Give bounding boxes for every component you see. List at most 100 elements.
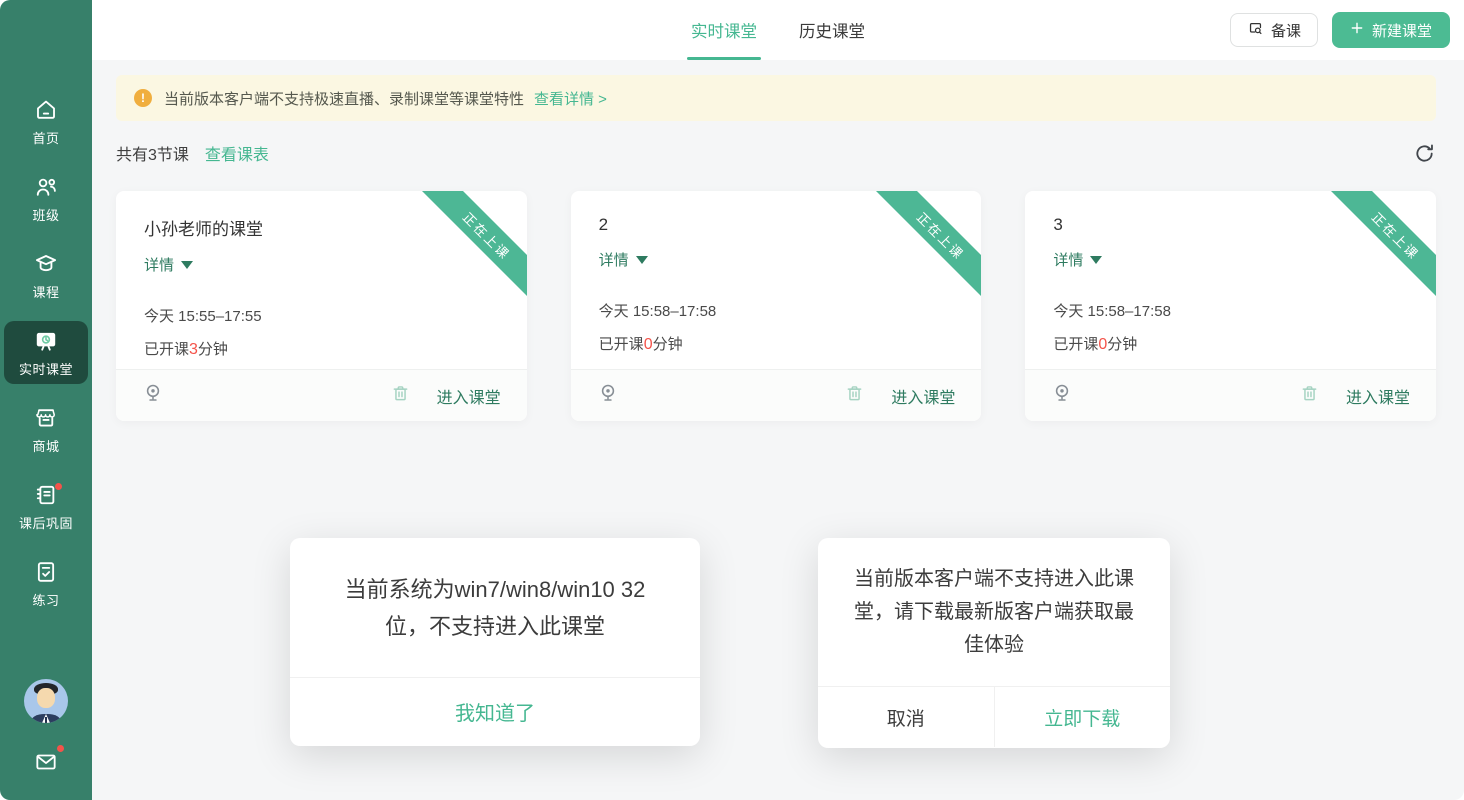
in-class-ribbon: 正在上课 [416,191,527,301]
card-footer-actions: 进入课堂 [1299,383,1410,409]
main-content: ! 当前版本客户端不支持极速直播、录制课堂等课堂特性 查看详情 > 共有3节课 … [92,60,1464,800]
in-class-ribbon: 正在上课 [1326,191,1437,301]
home-icon [33,97,59,123]
class-card-list: 正在上课 小孙老师的课堂 详情 今天 15:55–17:55 已开课3分钟 进入… [116,191,1437,421]
webcam-icon[interactable] [597,382,619,409]
card-footer-actions: 进入课堂 [844,383,955,409]
enter-class-button[interactable]: 进入课堂 [891,384,955,408]
tab-live-class[interactable]: 实时课堂 [691,0,757,60]
dialog-footer: 我知道了 [290,677,700,745]
sidebar-item-store[interactable]: 商城 [4,398,88,461]
sidebar: 首页 班级 课程 实时课堂 商城 课后巩固 练习 [0,0,92,800]
banner-text: 当前版本客户端不支持极速直播、录制课堂等课堂特性 [164,90,525,108]
class-time: 今天 15:58–17:58 [598,303,717,320]
elapsed-suffix: 分钟 [1107,336,1138,353]
chevron-down-icon [1090,255,1103,264]
detail-toggle[interactable]: 详情 [599,249,648,270]
prepare-lesson-label: 备课 [1270,22,1301,40]
dialog-message: 当前版本客户端不支持进入此课堂，请下载最新版客户端获取最佳体验 [818,538,1170,686]
detail-toggle[interactable]: 详情 [144,254,194,275]
delete-icon[interactable] [390,383,411,409]
refresh-button[interactable] [1413,142,1436,165]
system-unsupported-dialog: 当前系统为win7/win8/win10 32位，不支持进入此课堂 我知道了 [290,538,700,746]
chevron-down-icon [635,255,648,264]
class-title: 小孙老师的课堂 [144,220,263,239]
view-schedule-link[interactable]: 查看课表 [205,141,269,165]
in-class-ribbon: 正在上课 [871,191,982,301]
topbar: 实时课堂 历史课堂 备课 新建课堂 [92,0,1464,60]
detail-toggle[interactable]: 详情 [1053,249,1103,270]
ribbon-container: 正在上课 [1326,191,1437,301]
webcam-icon[interactable] [1051,382,1073,409]
chevron-down-icon [181,260,194,269]
class-list-meta: 共有3节课 查看课表 [116,141,1436,165]
detail-label: 详情 [1053,252,1084,269]
class-card: 正在上课 小孙老师的课堂 详情 今天 15:55–17:55 已开课3分钟 进入… [116,191,527,421]
class-elapsed: 已开课3分钟 [144,338,527,359]
messages-button[interactable] [33,745,64,780]
sidebar-item-label: 课程 [32,284,60,300]
tab-label: 实时课堂 [691,23,757,41]
elapsed-suffix: 分钟 [197,341,228,358]
prepare-lesson-button[interactable]: 备课 [1229,13,1318,47]
sidebar-bottom [24,679,68,780]
banner-detail-link[interactable]: 查看详情 > [534,88,607,109]
live-class-icon [33,328,59,354]
notification-dot [55,483,62,490]
delete-icon[interactable] [844,383,865,409]
delete-icon[interactable] [1299,383,1320,409]
avatar-tie [45,717,47,723]
i-know-button[interactable]: 我知道了 [290,678,700,745]
card-footer: 进入课堂 [116,369,527,421]
sidebar-item-course[interactable]: 课程 [4,244,88,307]
sidebar-item-label: 实时课堂 [18,361,73,377]
webcam-icon[interactable] [142,382,164,409]
enter-class-button[interactable]: 进入课堂 [1346,384,1410,408]
store-icon [33,405,59,431]
people-icon [33,174,59,200]
class-count-text: 共有3节课 [116,147,189,164]
topbar-actions: 备课 新建课堂 [1229,0,1450,60]
app-window: 首页 班级 课程 实时课堂 商城 课后巩固 练习 实时课堂 历史课堂 备课 新建… [0,0,1464,800]
dialog-message-text: 当前系统为win7/win8/win10 32位，不支持进入此课堂 [344,576,646,639]
elapsed-minutes: 3 [189,341,198,358]
class-title: 3 [1053,215,1063,234]
class-card: 正在上课 3 详情 今天 15:58–17:58 已开课0分钟 进入课堂 [1025,191,1437,421]
sidebar-item-home[interactable]: 首页 [4,90,88,153]
detail-label: 详情 [144,257,175,274]
elapsed-prefix: 已开课 [1053,336,1099,353]
practice-icon [33,559,59,585]
class-elapsed: 已开课0分钟 [599,333,982,354]
download-client-dialog: 当前版本客户端不支持进入此课堂，请下载最新版客户端获取最佳体验 取消 立即下载 [818,538,1170,748]
tab-history-class[interactable]: 历史课堂 [799,0,865,60]
elapsed-prefix: 已开课 [598,336,644,353]
dialog-message: 当前系统为win7/win8/win10 32位，不支持进入此课堂 [290,538,700,677]
sidebar-item-live-class[interactable]: 实时课堂 [4,321,88,384]
notification-dot [57,745,64,752]
sidebar-item-label: 课后巩固 [18,515,73,531]
sidebar-item-class[interactable]: 班级 [4,167,88,230]
class-time: 今天 15:55–17:55 [144,308,262,325]
dialog-footer: 取消 立即下载 [818,686,1170,747]
sidebar-item-practice[interactable]: 练习 [4,552,88,615]
detail-label: 详情 [598,252,629,269]
ribbon-container: 正在上课 [416,191,527,301]
teacher-avatar[interactable] [24,679,68,723]
sidebar-item-homework[interactable]: 课后巩固 [4,475,88,538]
card-footer-actions: 进入课堂 [390,383,501,409]
enter-class-button[interactable]: 进入课堂 [437,384,501,408]
prepare-lesson-icon [1247,20,1264,41]
download-now-button[interactable]: 立即下载 [993,687,1171,747]
ribbon-container: 正在上课 [871,191,982,301]
avatar-face [37,688,55,708]
new-class-button[interactable]: 新建课堂 [1331,12,1450,48]
elapsed-suffix: 分钟 [652,336,683,353]
class-card: 正在上课 2 详情 今天 15:58–17:58 已开课0分钟 进入课堂 [570,191,982,421]
plus-icon [1350,21,1364,39]
version-warning-banner: ! 当前版本客户端不支持极速直播、录制课堂等课堂特性 查看详情 > [116,75,1436,121]
elapsed-minutes: 0 [643,336,653,353]
sidebar-item-label: 商城 [32,438,60,454]
cancel-button[interactable]: 取消 [818,687,994,747]
class-time: 今天 15:58–17:58 [1053,303,1171,320]
course-icon [33,251,59,277]
